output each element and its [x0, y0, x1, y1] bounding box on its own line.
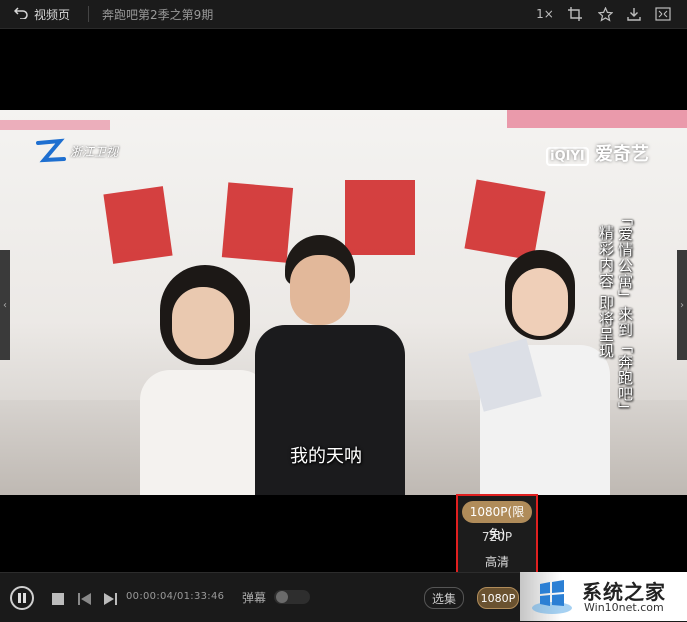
playback-time: 00:00:04/01:33:46: [126, 591, 225, 602]
person-left: [140, 265, 270, 495]
video-subtitle: 我的天呐: [290, 446, 362, 467]
quality-option-1080p[interactable]: 1080P(限免): [462, 501, 532, 541]
back-button[interactable]: 视频页: [13, 5, 71, 23]
channel-logo-mark: [36, 138, 66, 163]
site-watermark: 系统之家 Win10net.com: [520, 572, 687, 621]
quality-option-720p[interactable]: 720P: [462, 526, 532, 548]
danmu-toggle-knob: [276, 591, 288, 603]
danmu-label: 弹幕: [242, 591, 267, 605]
episodes-button[interactable]: 选集: [424, 587, 464, 609]
back-arrow-icon: [13, 6, 28, 22]
next-icon[interactable]: [104, 590, 117, 609]
quality-button[interactable]: 1080P: [477, 587, 519, 609]
platform-logo: iQIYI 爱奇艺: [546, 140, 649, 166]
promo-line-1: 「爱情公寓」来到「奔跑吧」: [616, 210, 634, 418]
pause-button[interactable]: [10, 586, 34, 610]
download-icon[interactable]: [625, 5, 643, 23]
channel-logo-text: 浙江卫视: [70, 144, 119, 159]
platform-logo-prefix: iQIYI: [546, 147, 589, 166]
page-title: 奔跑吧第2季之第9期: [102, 8, 214, 22]
top-bar: 视频页 奔跑吧第2季之第9期 1×: [0, 0, 687, 29]
stop-icon[interactable]: [52, 590, 64, 609]
person-right: [468, 250, 610, 495]
crop-icon[interactable]: [566, 5, 584, 23]
star-icon[interactable]: [596, 5, 614, 23]
header-divider: [88, 6, 89, 22]
chevron-right-icon[interactable]: ›: [677, 250, 687, 360]
pause-icon: [18, 593, 26, 603]
chevron-left-icon[interactable]: ‹: [0, 250, 10, 360]
fullscreen-icon[interactable]: [654, 5, 672, 23]
danmu-toggle[interactable]: [274, 590, 310, 604]
watermark-url: Win10net.com: [584, 601, 664, 614]
platform-logo-text: 爱奇艺: [595, 144, 649, 165]
prev-icon[interactable]: [78, 590, 91, 609]
channel-logo: 浙江卫视: [36, 138, 118, 164]
quality-option-hd[interactable]: 高清: [462, 551, 532, 573]
back-label: 视频页: [34, 7, 71, 22]
video-frame[interactable]: 浙江卫视 iQIYI 爱奇艺 「爱情公寓」来到「奔跑吧」 精彩内容 即将呈现 我…: [0, 110, 687, 495]
windows-logo-icon: [532, 580, 572, 614]
speed-button[interactable]: 1×: [536, 5, 554, 23]
promo-line-2: 精彩内容 即将呈现: [597, 225, 615, 359]
